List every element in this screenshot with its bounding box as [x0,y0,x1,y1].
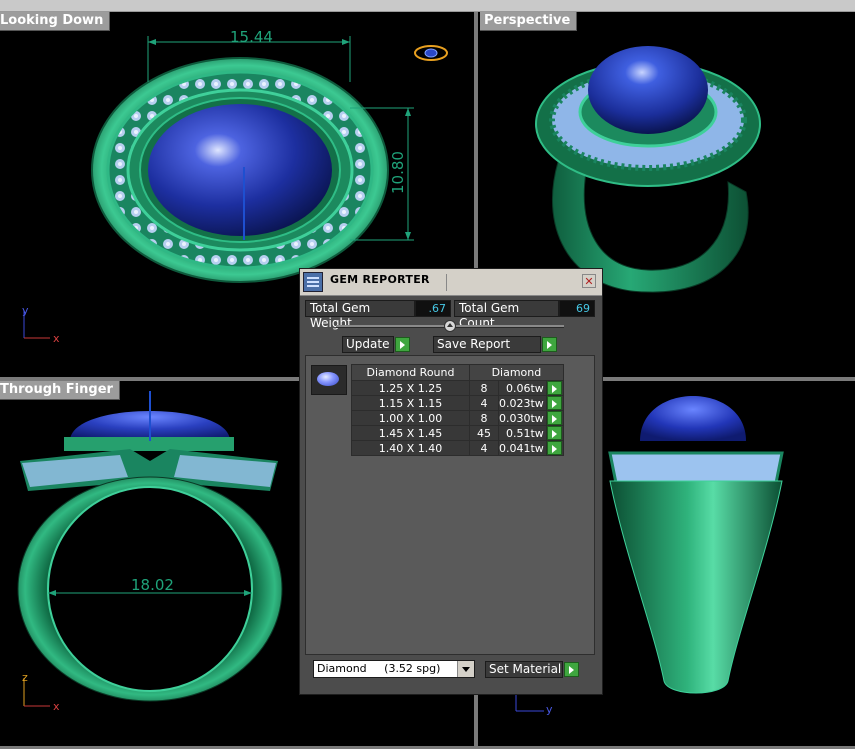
viewport-title-perspective: Perspective [480,12,578,31]
row-go-icon[interactable] [546,396,562,410]
gem-thumbnail-icon[interactable] [311,365,347,395]
gem-weight: 0.041tw [498,440,547,456]
gem-reporter-icon [303,272,323,292]
material-select-value: Diamond (3.52 spg) [317,662,441,675]
total-gem-count-label: Total Gem Count [454,300,559,330]
close-button[interactable]: ✕ [582,274,596,288]
set-material-go-icon[interactable] [564,662,579,677]
row-go-icon[interactable] [546,426,562,440]
gem-count: 4 [469,395,499,411]
gem-weight: 0.06tw [498,380,547,396]
total-gem-count-value: 69 [559,300,595,317]
axis-gizmo: y x [22,304,60,345]
total-gem-weight-label: Total Gem Weight [305,300,415,330]
row-go-icon[interactable] [546,441,562,455]
update-button[interactable]: Update [342,336,394,353]
axis-x-label: x [53,700,60,713]
gem-size: 1.00 X 1.00 [351,410,470,426]
dimension-width-label: 15.44 [230,28,273,46]
ring-shank-side [609,480,783,694]
table-row[interactable]: 1.45 X 1.45 45 0.51tw [351,425,564,441]
chevron-down-icon[interactable] [457,661,474,677]
total-gem-weight-value: .67 [415,300,451,317]
window-top-bar [0,0,855,12]
material-select[interactable]: Diamond (3.52 spg) [313,660,475,678]
viewport-title-through-finger: Through Finger [0,381,120,400]
gem-size: 1.45 X 1.45 [351,425,470,441]
title-separator [446,274,447,291]
gem-count: 4 [469,440,499,456]
gem-count: 45 [469,425,499,441]
ring-preview-icon[interactable] [414,45,448,61]
gem-reporter-title: GEM REPORTER [330,273,430,286]
table-row[interactable]: 1.25 X 1.25 8 0.06tw [351,380,564,396]
column-header-material: Diamond [469,364,564,381]
row-go-icon[interactable] [546,411,562,425]
center-gem-top [148,104,332,236]
viewport-title-looking-down: Looking Down [0,12,111,31]
axis-y-label: y [22,304,29,317]
dimension-diameter-label: 18.02 [131,576,174,594]
gem-weight: 0.030tw [498,410,547,426]
gem-weight: 0.023tw [498,395,547,411]
update-go-icon[interactable] [395,337,410,352]
row-go-icon[interactable] [546,381,562,395]
gem-table: Diamond Round Diamond 1.25 X 1.25 8 0.06… [351,364,564,456]
gem-reporter-panel: GEM REPORTER ✕ Total Gem Weight .67 Tota… [299,268,603,695]
gem-size: 1.40 X 1.40 [351,440,470,456]
gem-size: 1.25 X 1.25 [351,380,470,396]
table-row[interactable]: 1.15 X 1.15 4 0.023tw [351,395,564,411]
gem-weight: 0.51tw [498,425,547,441]
table-row[interactable]: 1.40 X 1.40 4 0.041tw [351,440,564,456]
size-slider-handle[interactable] [444,320,456,332]
dimension-height-label: 10.80 [389,151,407,194]
gem-size: 1.15 X 1.15 [351,395,470,411]
center-gem-perspective [588,46,708,134]
save-report-button[interactable]: Save Report [433,336,541,353]
axis-x-label: x [53,332,60,345]
axis-z-label: z [22,671,28,684]
set-material-button[interactable]: Set Material [485,661,563,678]
axis-gizmo: z x [22,671,60,713]
gem-count: 8 [469,410,499,426]
table-row[interactable]: 1.00 X 1.00 8 0.030tw [351,410,564,426]
gem-reporter-header[interactable]: GEM REPORTER ✕ [300,269,602,296]
gem-list: Diamond Round Diamond 1.25 X 1.25 8 0.06… [305,355,595,655]
column-header-shape: Diamond Round [351,364,470,381]
gem-count: 8 [469,380,499,396]
axis-y-label: y [546,703,553,716]
save-report-go-icon[interactable] [542,337,557,352]
